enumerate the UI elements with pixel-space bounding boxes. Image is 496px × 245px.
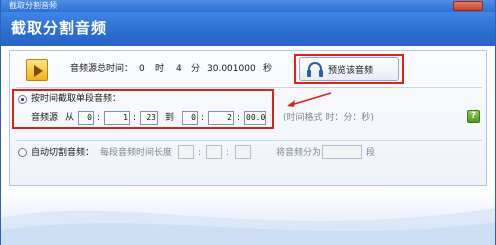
title-bar: 截取分割音频 xyxy=(1,0,495,12)
close-button[interactable] xyxy=(453,1,483,11)
segment-count-input[interactable] xyxy=(322,145,362,159)
divider xyxy=(16,140,482,141)
by-time-radio[interactable] xyxy=(18,95,27,104)
split-into-label: 将音频分为 xyxy=(276,148,322,158)
auto-split-title: 自动切割音频： xyxy=(31,148,95,158)
divider xyxy=(16,87,482,88)
auto-split-radio[interactable] xyxy=(18,148,27,157)
total-minutes-value: 4 xyxy=(176,64,182,74)
background-decoration xyxy=(1,188,495,245)
settings-panel: 音频源总时间： 0 时 4 分 30.001000 秒 预览该音频 按时间截取单… xyxy=(9,50,487,186)
end-hours-input[interactable]: 0 xyxy=(182,111,198,125)
segment-unit-label: 段 xyxy=(366,148,376,158)
time-separator: : xyxy=(201,113,205,123)
time-format-hint: (时间格式 时：分：秒) xyxy=(283,113,374,123)
segment-seconds-input[interactable] xyxy=(235,145,251,159)
start-hours-input[interactable]: 0 xyxy=(78,111,94,125)
preview-audio-button[interactable]: 预览该音频 xyxy=(299,57,399,81)
start-minutes-input[interactable]: 1 xyxy=(104,111,130,125)
time-separator: : xyxy=(237,113,241,123)
by-time-title: 按时间截取单段音频： xyxy=(31,94,122,104)
segment-length-label: 每段音频时间长度 xyxy=(100,148,173,158)
total-seconds-value: 30.001000 xyxy=(207,64,256,74)
start-seconds-input[interactable]: 23 xyxy=(140,111,158,125)
time-separator: : xyxy=(97,113,101,123)
total-hours-value: 0 xyxy=(139,64,145,74)
window-title: 截取分割音频 xyxy=(9,1,57,10)
time-separator: : xyxy=(133,113,137,123)
total-time-label: 音频源总时间： xyxy=(70,64,134,74)
help-icon[interactable]: ? xyxy=(467,110,480,123)
hours-unit-label: 时 xyxy=(155,64,165,74)
time-separator: : xyxy=(226,148,230,158)
segment-minutes-input[interactable] xyxy=(206,145,222,159)
time-separator: : xyxy=(198,148,202,158)
annotation-arrow xyxy=(287,92,332,107)
seconds-unit-label: 秒 xyxy=(263,64,273,74)
source-label: 音频源 xyxy=(31,113,59,123)
page-title: 截取分割音频 xyxy=(11,19,108,37)
end-minutes-input[interactable]: 2 xyxy=(208,111,234,125)
audio-file-icon xyxy=(26,59,48,81)
headphones-icon xyxy=(307,62,323,77)
split-audio-window: 截取分割音频 截取分割音频 音频源总时间： 0 时 4 分 30.001000 … xyxy=(0,0,496,245)
preview-audio-label: 预览该音频 xyxy=(328,66,374,76)
header-banner: 截取分割音频 xyxy=(1,12,495,46)
end-seconds-input[interactable]: 00.0 xyxy=(244,111,266,125)
wave-decoration xyxy=(1,208,495,245)
to-label: 到 xyxy=(165,113,175,123)
minutes-unit-label: 分 xyxy=(191,64,201,74)
from-label: 从 xyxy=(65,113,75,123)
segment-hours-input[interactable] xyxy=(178,145,194,159)
